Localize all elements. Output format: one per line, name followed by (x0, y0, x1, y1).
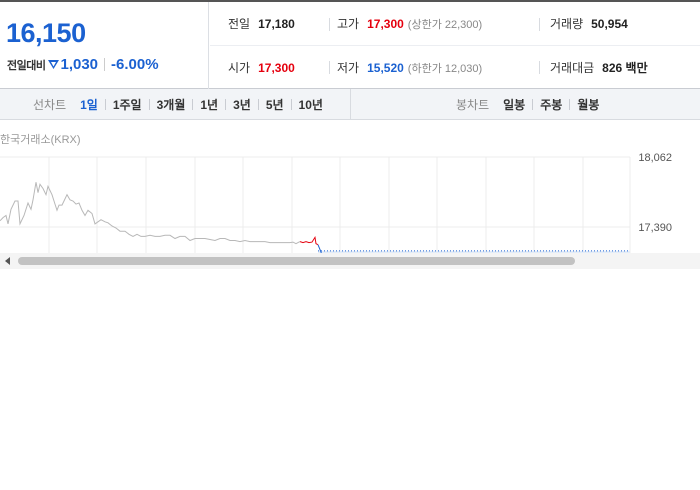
tab-5-years[interactable]: 5년 (266, 96, 284, 113)
divider (532, 98, 534, 110)
scroll-left-arrow-icon[interactable] (5, 257, 10, 265)
volume-label: 거래량 (550, 17, 584, 31)
change-amount: 1,030 (60, 56, 99, 73)
amount-label: 거래대금 (550, 61, 595, 75)
stats-table: 전일 17,180 고가 17,300 (상한가 22,300) 거래량 50,… (210, 2, 700, 89)
tab-monthly-candle[interactable]: 월봉 (577, 96, 599, 113)
chart-scrollbar[interactable] (0, 253, 700, 269)
stat-low: 저가 15,520 (하한가 12,030) (337, 46, 482, 89)
divider (104, 58, 106, 71)
upper-limit: (상한가 22,300) (407, 18, 483, 31)
stat-amount: 거래대금 826 백만 (550, 46, 648, 89)
current-price-box: 16,150 전일대비 1,030 -6.00% (0, 2, 209, 89)
divider (192, 98, 194, 110)
low-value: 15,520 (367, 60, 404, 75)
candle-chart-title: 봉차트 (456, 97, 490, 112)
divider (539, 18, 540, 31)
lower-limit: (하한가 12,030) (407, 62, 483, 75)
y-tick-label: 17,390 (638, 222, 672, 234)
stat-prev-close: 전일 17,180 (228, 2, 295, 45)
candle-chart-tabs: 봉차트 일봉 주봉 월봉 (352, 89, 700, 119)
divider (290, 98, 292, 110)
divider (148, 98, 150, 110)
high-label: 고가 (337, 17, 360, 31)
tab-1-week[interactable]: 1주일 (113, 96, 142, 113)
price-series-line-2 (299, 236, 319, 246)
current-price: 16,150 (6, 18, 86, 48)
line-chart-title: 선차트 (33, 97, 67, 112)
open-label: 시가 (228, 61, 251, 75)
tab-3-years[interactable]: 3년 (233, 96, 251, 113)
divider (539, 61, 540, 74)
tab-10-years[interactable]: 10년 (299, 96, 323, 113)
divider (329, 18, 330, 31)
prev-close-label: 전일 (228, 17, 251, 31)
exchange-label: 한국거래소(KRX) (0, 134, 81, 146)
change-row: 전일대비 1,030 -6.00% (7, 56, 159, 73)
divider (329, 61, 330, 74)
divider (569, 98, 571, 110)
stat-open: 시가 17,300 (228, 46, 295, 89)
down-triangle-icon (48, 60, 60, 69)
tab-weekly-candle[interactable]: 주봉 (540, 96, 562, 113)
change-rate: -6.00% (111, 56, 159, 73)
scroll-thumb[interactable] (18, 257, 575, 265)
stats-row-2: 시가 17,300 저가 15,520 (하한가 12,030) 거래대금 82… (210, 46, 700, 89)
volume-value: 50,954 (591, 16, 628, 31)
stats-row-1: 전일 17,180 고가 17,300 (상한가 22,300) 거래량 50,… (210, 2, 700, 46)
price-series-line-1 (0, 182, 301, 245)
low-label: 저가 (337, 61, 360, 75)
price-chart[interactable]: 18,06217,39016,718 한국거래소(KRX) (0, 121, 700, 269)
stat-high: 고가 17,300 (상한가 22,300) (337, 2, 482, 45)
y-tick-label: 18,062 (638, 152, 672, 164)
change-label: 전일대비 (7, 59, 46, 72)
line-chart-tabs: 선차트 1일 1주일 3개월 1년 3년 5년 10년 (0, 89, 351, 119)
stat-volume: 거래량 50,954 (550, 2, 628, 45)
divider (225, 98, 227, 110)
open-value: 17,300 (258, 60, 295, 75)
divider (104, 98, 106, 110)
tab-daily-candle[interactable]: 일봉 (503, 96, 525, 113)
divider (257, 98, 259, 110)
tab-3-months[interactable]: 3개월 (157, 96, 186, 113)
high-value: 17,300 (367, 16, 404, 31)
quote-panel: 16,150 전일대비 1,030 -6.00% 전일 17,180 고가 17… (0, 0, 700, 89)
chart-period-bar: 선차트 1일 1주일 3개월 1년 3년 5년 10년 봉차트 일봉 주봉 월봉 (0, 89, 700, 120)
amount-value: 826 백만 (602, 61, 648, 75)
price-chart-svg: 18,06217,39016,718 (0, 152, 672, 269)
tab-1-year[interactable]: 1년 (200, 96, 218, 113)
tab-1-day[interactable]: 1일 (80, 96, 98, 113)
prev-close-value: 17,180 (258, 16, 295, 31)
